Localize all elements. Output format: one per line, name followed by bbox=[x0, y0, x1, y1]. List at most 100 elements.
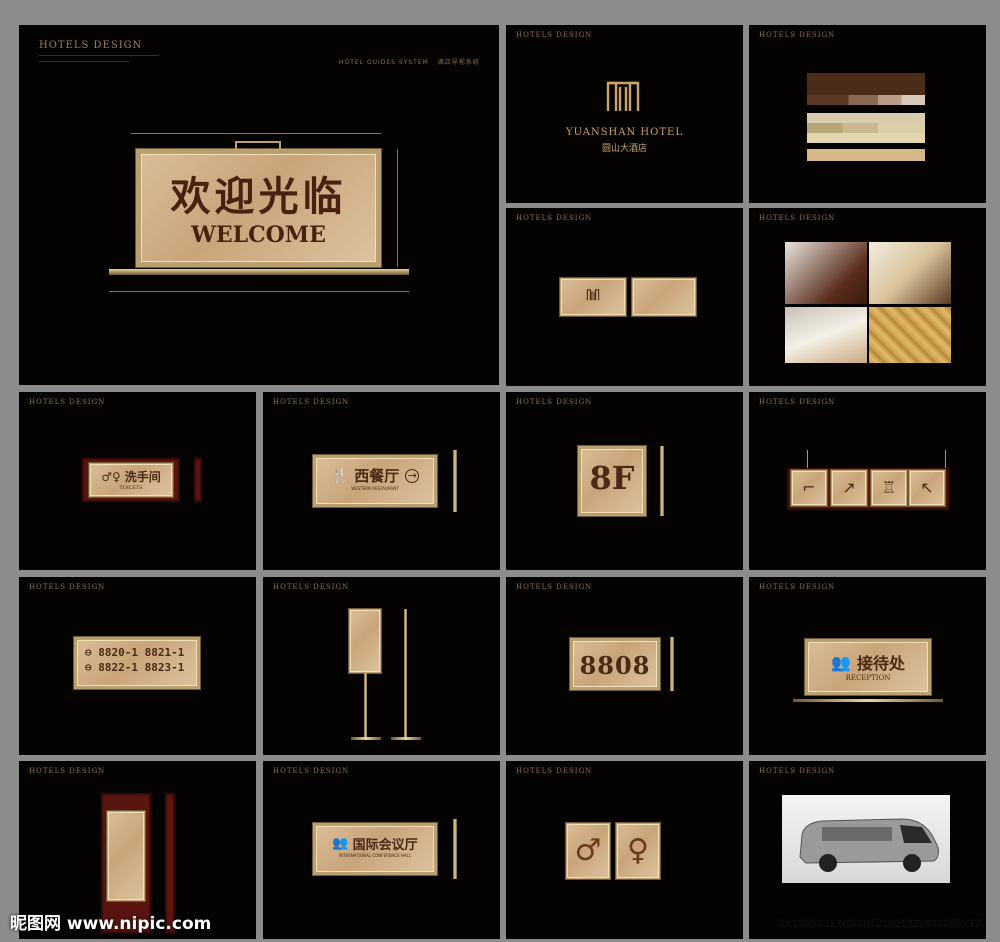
panel-header: HOTELS DESIGN bbox=[759, 398, 836, 406]
panel-header: HOTELS DESIGN bbox=[273, 767, 350, 775]
room-range-sign-panel: HOTELS DESIGN ⊖ 8820-1 8821-1 ⊖ 8822-1 8… bbox=[19, 577, 256, 755]
room-number-text: 8808 bbox=[579, 651, 651, 680]
stairs-icon: ⌐ bbox=[791, 470, 827, 506]
photo-panel: HOTELS DESIGN bbox=[749, 208, 986, 386]
panel-header: HOTELS DESIGN bbox=[759, 767, 836, 775]
panel-header: HOTELS DESIGN bbox=[516, 31, 593, 39]
restaurant-sign-cn: 西餐厅 bbox=[354, 467, 400, 485]
reception-base bbox=[793, 699, 943, 702]
vehicle-panel: HOTELS DESIGN bbox=[749, 761, 986, 939]
watermark: 昵图网 www.nipic.com bbox=[10, 914, 212, 934]
room-range-1: 8820-1 8821-1 bbox=[98, 646, 185, 659]
room-range-2: 8822-1 8823-1 bbox=[98, 661, 185, 674]
reception-sign-cn: 接待处 bbox=[856, 654, 905, 673]
swatch-row-2 bbox=[807, 95, 925, 105]
standing-sign-side-base bbox=[391, 737, 421, 740]
meeting-icon: 👥 bbox=[332, 836, 349, 851]
hotel-name-cn: 圆山大酒店 bbox=[601, 144, 647, 154]
room-number-sign: 8808 bbox=[570, 638, 660, 690]
floor-sign-text: 8F bbox=[589, 459, 635, 497]
reception-sign-en: RECEPTION bbox=[845, 674, 891, 682]
conference-sign-en: INTERNATIONAL CONFERENCE HALL bbox=[338, 853, 412, 858]
business-card-back bbox=[632, 278, 696, 316]
panel-header: HOTELS DESIGN bbox=[273, 398, 350, 406]
reception-icon: 👥 bbox=[831, 652, 851, 672]
swatch-dark-brown bbox=[807, 73, 925, 95]
sign-base bbox=[109, 269, 409, 275]
panel-header: HOTELS DESIGN bbox=[759, 583, 836, 591]
panel-header: HOTELS DESIGN bbox=[516, 767, 593, 775]
room-number-panel: HOTELS DESIGN 8808 bbox=[506, 577, 743, 755]
toilet-sign-en: TOILETS bbox=[119, 485, 143, 491]
man-icon: ♂ bbox=[574, 833, 602, 868]
subtitle-cn-label: 酒店导视系统 bbox=[437, 59, 480, 66]
restroom-plates-panel: HOTELS DESIGN ♂ ♀ bbox=[506, 761, 743, 939]
arrow-up-right-icon: ↗ bbox=[831, 470, 867, 506]
conference-sign: 👥 国际会议厅 INTERNATIONAL CONFERENCE HALL bbox=[313, 823, 437, 875]
panel-header: HOTELS DESIGN bbox=[29, 583, 106, 591]
standing-sign-pole bbox=[364, 673, 367, 737]
brand-label: HOTELS DESIGN bbox=[39, 40, 143, 51]
sign-top-ornament bbox=[235, 141, 281, 149]
dimension-line-top bbox=[131, 133, 381, 134]
swatch-row-5 bbox=[807, 133, 925, 143]
panel-header: HOTELS DESIGN bbox=[273, 583, 350, 591]
conference-sign-cn: 国际会议厅 bbox=[352, 838, 418, 853]
standing-sign-panel: HOTELS DESIGN bbox=[263, 577, 500, 755]
dimension-line-bottom bbox=[109, 291, 409, 292]
photo-gloves bbox=[785, 242, 867, 304]
image-id: ID:1535431 NO:20121021222442266337 bbox=[778, 918, 980, 930]
reception-sign: 👥 接待处 RECEPTION bbox=[805, 639, 931, 695]
direction-sign-panel: HOTELS DESIGN ⌐ ↗ ♖ ↖ bbox=[749, 392, 986, 570]
conference-sign-side bbox=[453, 819, 457, 879]
logo-panel: HOTELS DESIGN YUANSHAN HOTEL 圆山大酒店 bbox=[506, 25, 743, 203]
hotel-name-en: YUANSHAN HOTEL bbox=[566, 127, 683, 138]
reception-sign-panel: HOTELS DESIGN 👥 接待处 RECEPTION bbox=[749, 577, 986, 755]
panel-header: HOTELS DESIGN bbox=[29, 398, 106, 406]
room-range-sign: ⊖ 8820-1 8821-1 ⊖ 8822-1 8823-1 bbox=[74, 637, 200, 689]
business-card-panel: HOTELS DESIGN bbox=[506, 208, 743, 386]
room-number-side bbox=[670, 637, 674, 691]
panel-header: HOTELS DESIGN bbox=[759, 31, 836, 39]
van-photo bbox=[782, 795, 950, 883]
standing-sign-side-pole bbox=[404, 609, 407, 737]
fork-knife-icon: 🍴 bbox=[330, 467, 349, 484]
toilet-sign: ♂♀ 洗手间 TOILETS bbox=[89, 463, 173, 497]
color-palette-panel: HOTELS DESIGN bbox=[749, 25, 986, 203]
arrow-right-icon: → bbox=[405, 468, 420, 483]
photo-bed bbox=[785, 307, 867, 363]
welcome-sign-cn: 欢迎光临 bbox=[170, 173, 347, 220]
main-panel: HOTELS DESIGN HOTEL GUIDES SYSTEM 酒店导视系统… bbox=[19, 25, 499, 385]
arrow-up-left-icon: ↖ bbox=[909, 470, 945, 506]
hanger-right bbox=[945, 450, 946, 470]
panel-header: HOTELS DESIGN bbox=[516, 398, 593, 406]
standing-sign-base bbox=[351, 737, 381, 740]
standing-sign bbox=[349, 609, 381, 673]
restaurant-sign-en: WESTERN RESTAURANT bbox=[351, 486, 399, 491]
welcome-sign-en: WELCOME bbox=[191, 222, 326, 248]
panel-header: HOTELS DESIGN bbox=[759, 214, 836, 222]
restaurant-sign-side bbox=[453, 450, 457, 512]
restaurant-sign: 🍴 西餐厅 → WESTERN RESTAURANT bbox=[313, 455, 437, 507]
panel-header: HOTELS DESIGN bbox=[29, 767, 106, 775]
business-card-front bbox=[560, 278, 626, 316]
welcome-sign: 欢迎光临 WELCOME bbox=[136, 149, 381, 267]
conference-sign-panel: HOTELS DESIGN 👥 国际会议厅 INTERNATIONAL CONF… bbox=[263, 761, 500, 939]
swatch-row-4 bbox=[807, 123, 925, 133]
women-plate: ♀ bbox=[616, 823, 660, 879]
directory-board bbox=[107, 811, 145, 901]
swatch-row-6 bbox=[807, 149, 925, 161]
swatch-row-3 bbox=[807, 113, 925, 123]
restaurant-sign-panel: HOTELS DESIGN 🍴 西餐厅 → WESTERN RESTAURANT bbox=[263, 392, 500, 570]
woman-icon: ♀ bbox=[627, 833, 649, 868]
floor-sign-panel: HOTELS DESIGN 8F bbox=[506, 392, 743, 570]
toilet-sign-side bbox=[194, 458, 202, 502]
toilet-sign-cn: 洗手间 bbox=[124, 470, 161, 484]
panel-header: HOTELS DESIGN bbox=[516, 214, 593, 222]
arrow-left-icon: ⊖ bbox=[85, 661, 92, 674]
hanger-left bbox=[807, 450, 808, 470]
toilet-sign-panel: HOTELS DESIGN ♂♀ 洗手间 TOILETS bbox=[19, 392, 256, 570]
photo-wallpaper bbox=[869, 307, 951, 363]
toilet-icon: ♂♀ bbox=[101, 469, 121, 484]
panel-header: HOTELS DESIGN bbox=[516, 583, 593, 591]
